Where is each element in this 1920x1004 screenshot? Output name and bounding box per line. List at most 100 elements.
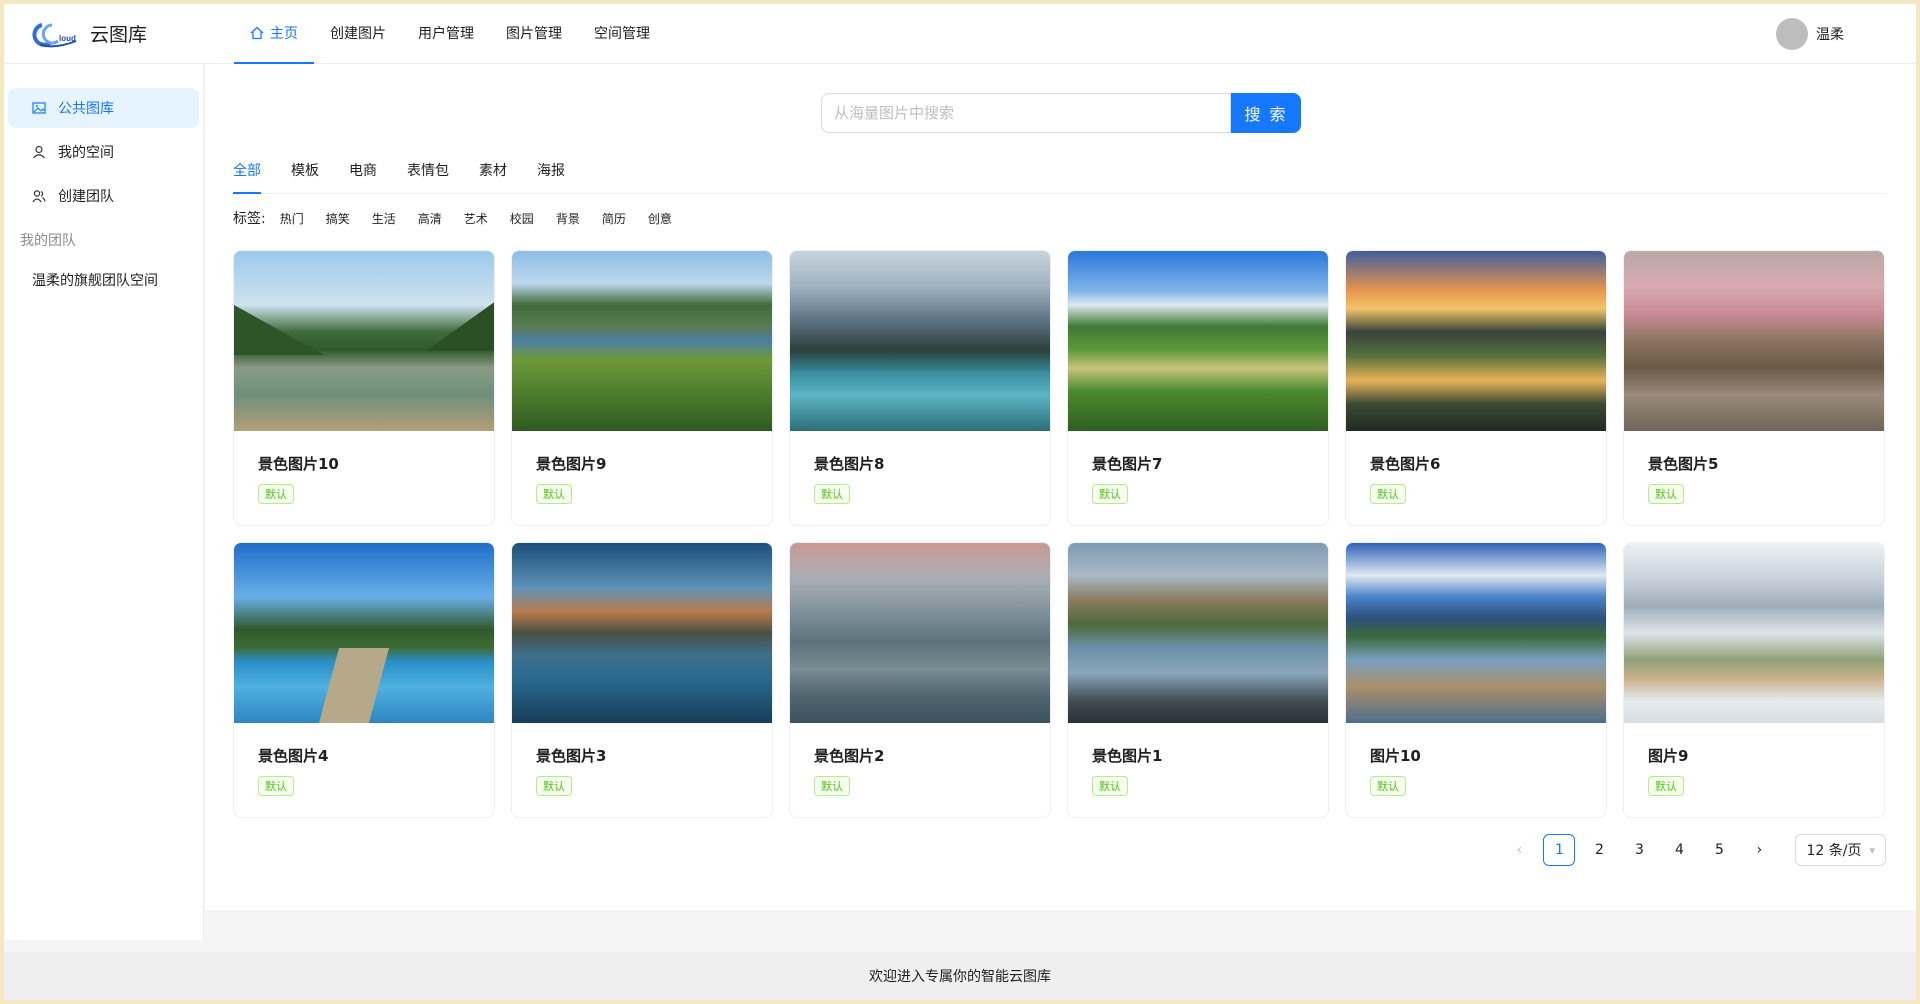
tags-label: 标签: (233, 211, 266, 227)
nav-user-manage[interactable]: 用户管理 (402, 4, 490, 64)
cloud-logo-icon: loud (32, 22, 77, 47)
picture-thumbnail[interactable] (234, 543, 494, 723)
sidebar-group-my-teams: 我的团队 (20, 233, 76, 249)
picture-card[interactable]: 景色图片4 默认 (233, 542, 495, 818)
page-size-value: 12 条/页 (1806, 843, 1862, 859)
main-content: 搜 索 全部 模板 电商 表情包 素材 海报 标签: 热门 搞笑 生活 高清 艺… (205, 64, 1916, 910)
picture-thumbnail[interactable] (1068, 543, 1328, 723)
search-input[interactable] (821, 93, 1231, 133)
picture-thumbnail[interactable] (1624, 251, 1884, 431)
picture-thumbnail[interactable] (234, 251, 494, 431)
page-4[interactable]: 4 (1663, 834, 1695, 866)
tab-emoji[interactable]: 表情包 (407, 148, 449, 194)
sidebar-item-public-gallery[interactable]: 公共图库 (8, 88, 199, 128)
nav-space-manage[interactable]: 空间管理 (578, 4, 666, 64)
card-tag: 默认 (536, 776, 572, 796)
picture-card[interactable]: 景色图片9 默认 (511, 250, 773, 526)
pagination: ‹ 1 2 3 4 5 › 12 条/页 ▾ (1495, 834, 1886, 866)
tag-life[interactable]: 生活 (372, 210, 396, 227)
card-tag: 默认 (1370, 776, 1406, 796)
picture-card[interactable]: 景色图片3 默认 (511, 542, 773, 818)
tag-resume[interactable]: 简历 (602, 210, 626, 227)
card-body: 景色图片3 默认 (512, 723, 772, 796)
picture-card[interactable]: 图片10 默认 (1345, 542, 1607, 818)
tab-ecommerce[interactable]: 电商 (349, 148, 377, 194)
page-3[interactable]: 3 (1623, 834, 1655, 866)
page-size-select[interactable]: 12 条/页 ▾ (1795, 834, 1886, 866)
top-header: loud 云图库 主页 创建图片 用户管理 图片管理 空间管理 温柔 (4, 4, 1916, 64)
tag-creative[interactable]: 创意 (648, 210, 672, 227)
page-2[interactable]: 2 (1583, 834, 1615, 866)
tag-funny[interactable]: 搞笑 (326, 210, 350, 227)
user-icon (33, 145, 45, 159)
tag-hot[interactable]: 热门 (280, 210, 304, 227)
card-body: 景色图片10 默认 (234, 431, 494, 504)
tab-material[interactable]: 素材 (479, 148, 507, 194)
avatar[interactable] (1776, 18, 1808, 50)
tab-template[interactable]: 模板 (291, 148, 319, 194)
sidebar-item-label: 温柔的旗舰团队空间 (32, 273, 158, 289)
card-body: 景色图片2 默认 (790, 723, 1050, 796)
tag-hd[interactable]: 高清 (418, 210, 442, 227)
card-body: 景色图片1 默认 (1068, 723, 1328, 796)
card-title: 景色图片6 (1370, 455, 1441, 473)
card-tag: 默认 (1092, 484, 1128, 504)
card-tag: 默认 (536, 484, 572, 504)
user-menu[interactable]: 温柔 (1776, 18, 1844, 50)
card-body: 景色图片7 默认 (1068, 431, 1328, 504)
picture-card[interactable]: 图片9 默认 (1623, 542, 1885, 818)
sidebar-item-create-team[interactable]: 创建团队 (8, 176, 199, 216)
picture-thumbnail[interactable] (790, 251, 1050, 431)
picture-thumbnail[interactable] (512, 251, 772, 431)
picture-thumbnail[interactable] (1346, 543, 1606, 723)
chevron-down-icon: ▾ (1869, 843, 1875, 857)
card-tag: 默认 (258, 776, 294, 796)
svg-text:loud: loud (59, 34, 76, 43)
nav-home[interactable]: 主页 (234, 4, 314, 64)
prev-page-button[interactable]: ‹ (1503, 834, 1535, 866)
footer: 欢迎进入专属你的智能云图库 (4, 952, 1916, 1000)
card-body: 景色图片6 默认 (1346, 431, 1606, 504)
picture-thumbnail[interactable] (1068, 251, 1328, 431)
tag-background[interactable]: 背景 (556, 210, 580, 227)
card-body: 景色图片5 默认 (1624, 431, 1884, 504)
picture-thumbnail[interactable] (790, 543, 1050, 723)
user-name: 温柔 (1816, 27, 1844, 43)
tag-art[interactable]: 艺术 (464, 210, 488, 227)
picture-card[interactable]: 景色图片8 默认 (789, 250, 1051, 526)
picture-card[interactable]: 景色图片10 默认 (233, 250, 495, 526)
nav-home-label: 主页 (270, 25, 298, 42)
sidebar-item-team-space[interactable]: 温柔的旗舰团队空间 (8, 260, 199, 300)
sidebar-item-label: 我的空间 (58, 145, 114, 161)
sidebar-item-label: 公共图库 (58, 101, 114, 117)
nav-picture-manage[interactable]: 图片管理 (490, 4, 578, 64)
picture-card[interactable]: 景色图片5 默认 (1623, 250, 1885, 526)
card-tag: 默认 (1370, 484, 1406, 504)
picture-card[interactable]: 景色图片2 默认 (789, 542, 1051, 818)
picture-thumbnail[interactable] (1346, 251, 1606, 431)
next-page-button[interactable]: › (1743, 834, 1775, 866)
tag-campus[interactable]: 校园 (510, 210, 534, 227)
card-title: 景色图片8 (814, 455, 885, 473)
tab-poster[interactable]: 海报 (537, 148, 565, 194)
page-1[interactable]: 1 (1543, 834, 1576, 866)
sidebar-item-my-space[interactable]: 我的空间 (8, 132, 199, 172)
picture-card[interactable]: 景色图片6 默认 (1345, 250, 1607, 526)
card-tag: 默认 (814, 484, 850, 504)
picture-card[interactable]: 景色图片7 默认 (1067, 250, 1329, 526)
picture-thumbnail[interactable] (512, 543, 772, 723)
picture-card[interactable]: 景色图片1 默认 (1067, 542, 1329, 818)
logo[interactable]: loud 云图库 (4, 19, 204, 49)
card-body: 图片9 默认 (1624, 723, 1884, 796)
card-body: 景色图片9 默认 (512, 431, 772, 504)
search-button[interactable]: 搜 索 (1231, 93, 1301, 133)
tab-all[interactable]: 全部 (233, 148, 261, 194)
app-name: 云图库 (90, 24, 148, 46)
card-title: 景色图片1 (1092, 747, 1163, 765)
card-tag: 默认 (1092, 776, 1128, 796)
nav-create-picture[interactable]: 创建图片 (314, 4, 402, 64)
picture-thumbnail[interactable] (1624, 543, 1884, 723)
sidebar-item-label: 创建团队 (58, 189, 114, 205)
picture-grid: 景色图片10 默认 景色图片9 默认 景色图片8 默认 景色图片7 默认 景色图… (233, 250, 1888, 818)
page-5[interactable]: 5 (1703, 834, 1735, 866)
